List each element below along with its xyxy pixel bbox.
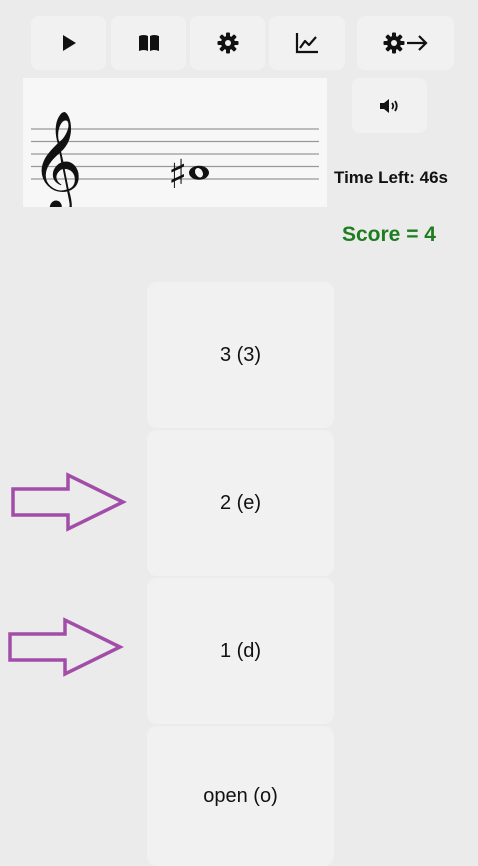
answer-button-3[interactable]: 3 (3) bbox=[147, 282, 334, 428]
sharp-accidental: ♯ bbox=[168, 152, 187, 198]
speaker-icon bbox=[379, 98, 398, 113]
whole-note bbox=[189, 165, 209, 180]
play-icon bbox=[62, 35, 76, 51]
answer-button-1[interactable]: 1 (d) bbox=[147, 578, 334, 724]
answer-label: 3 (3) bbox=[219, 343, 262, 366]
right-arrow-icon bbox=[11, 472, 127, 532]
chart-icon bbox=[295, 33, 318, 54]
time-left-label: Time Left: 46s bbox=[334, 168, 449, 187]
answer-label: open (o) bbox=[203, 784, 278, 807]
answer-button-open[interactable]: open (o) bbox=[147, 726, 334, 866]
answer-button-2[interactable]: 2 (e) bbox=[147, 430, 334, 576]
score-label: Score = 4 bbox=[342, 223, 436, 246]
music-staff: 𝄞 ♯ bbox=[23, 78, 327, 217]
answer-label: 2 (e) bbox=[219, 491, 262, 514]
treble-clef: 𝄞 bbox=[31, 109, 83, 207]
gear-arrow-icon bbox=[383, 32, 428, 54]
play-sound-button[interactable] bbox=[352, 78, 427, 133]
answer-label: 1 (d) bbox=[219, 639, 262, 662]
play-button[interactable] bbox=[31, 16, 106, 70]
book-icon bbox=[138, 35, 159, 51]
book-button[interactable] bbox=[111, 16, 186, 70]
settings-button[interactable] bbox=[190, 16, 265, 70]
stats-button[interactable] bbox=[269, 16, 345, 70]
right-arrow-icon bbox=[8, 617, 124, 677]
gear-icon bbox=[217, 32, 238, 54]
advanced-settings-button[interactable] bbox=[357, 16, 454, 70]
